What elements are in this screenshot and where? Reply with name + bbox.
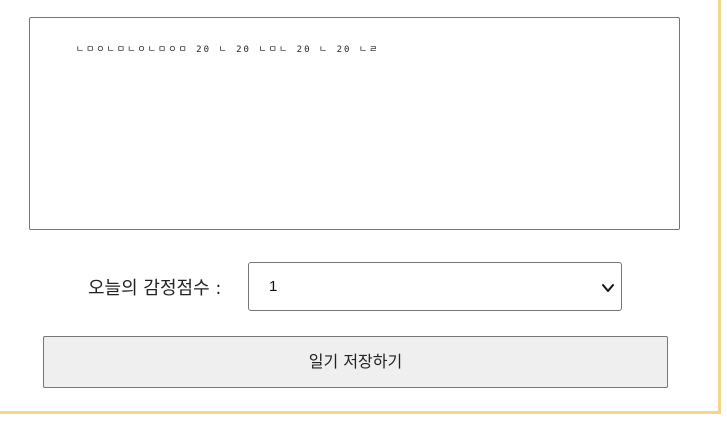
emotion-score-value: 1 [269,278,278,295]
emotion-score-row: 오늘의 감정점수 : 1 [0,262,718,311]
emotion-score-select[interactable]: 1 [248,262,622,311]
chevron-down-icon [601,280,615,294]
emotion-score-label: 오늘의 감정점수 : [88,278,222,299]
diary-content-textarea[interactable]: ㄴㅁㅇㄴㅁㄴㅇㄴㅁㅇㅁ 20 ㄴ 20 ㄴㅁㄴ 20 ㄴ 20 ㄴㄹ [29,17,680,230]
diary-editor-panel: ㄴㅁㅇㄴㅁㄴㅇㄴㅁㅇㅁ 20 ㄴ 20 ㄴㅁㄴ 20 ㄴ 20 ㄴㄹ 오늘의 감… [0,0,721,414]
save-diary-button[interactable]: 일기 저장하기 [43,336,668,388]
resize-grip-icon[interactable] [666,216,677,227]
diary-content-text: ㄴㅁㅇㄴㅁㄴㅇㄴㅁㅇㅁ 20 ㄴ 20 ㄴㅁㄴ 20 ㄴ 20 ㄴㄹ [75,45,380,55]
